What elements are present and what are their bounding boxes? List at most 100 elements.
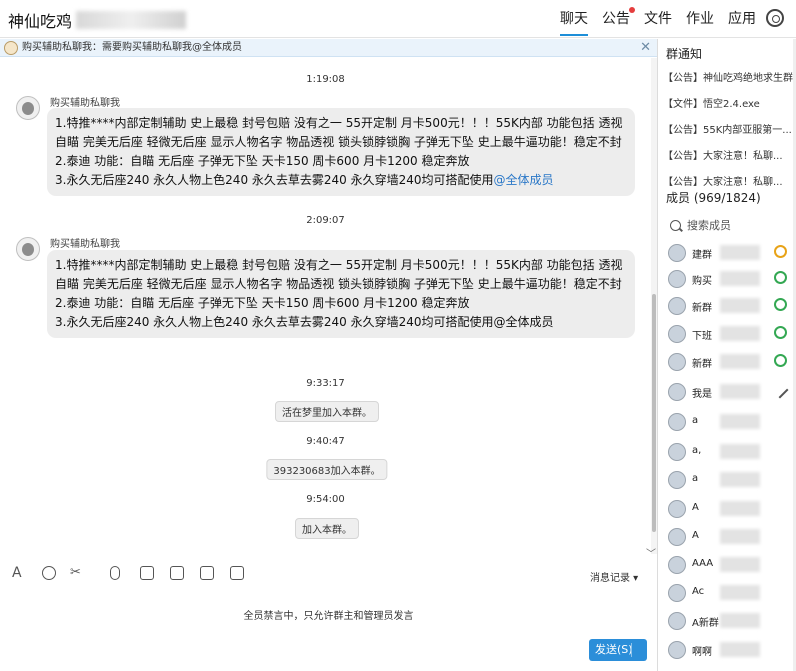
redacted-name — [720, 271, 760, 286]
notice-avatar-icon — [4, 41, 18, 55]
message-line: 2.泰迪 功能：自瞄 无后座 子弹无下坠 天卡150 周卡600 月卡1200 … — [55, 296, 470, 310]
message-history-button[interactable]: 消息记录 ▾ — [590, 569, 638, 584]
member-name: 建群 — [692, 250, 712, 261]
member-row[interactable]: AAA — [668, 554, 794, 576]
member-row[interactable]: 新群 — [668, 295, 794, 317]
redacted-title — [76, 11, 187, 29]
system-message: 加入本群。 — [295, 518, 359, 539]
voice-icon[interactable] — [110, 566, 120, 580]
member-row[interactable]: A — [668, 498, 794, 520]
redacted-name — [720, 245, 760, 260]
image-icon[interactable] — [170, 566, 184, 580]
member-row[interactable]: 新群 — [668, 351, 794, 373]
font-icon[interactable]: A — [12, 566, 26, 580]
member-name: 啊啊 — [692, 647, 712, 658]
chevron-down-icon[interactable]: ﹀ — [646, 545, 656, 560]
member-row[interactable]: Ac — [668, 582, 794, 604]
chat-area: 1:19:08 购买辅助私聊我 1.特推****内部定制辅助 史上最稳 封号包赔… — [0, 58, 651, 554]
avatar[interactable] — [16, 96, 40, 120]
avatar — [668, 244, 686, 262]
system-message: 活在梦里加入本群。 — [275, 401, 379, 422]
message-line: 1.特推****内部定制辅助 史上最稳 封号包赔 没有之一 55开定制 月卡50… — [55, 116, 623, 149]
member-name: 新群 — [692, 303, 712, 314]
notice-item[interactable]: 【公告】大家注意！私聊... — [663, 147, 793, 162]
member-row[interactable]: 啊啊 — [668, 639, 794, 661]
avatar — [668, 584, 686, 602]
avatar — [668, 413, 686, 431]
event-timestamp: 9:40:47 — [306, 436, 345, 447]
owner-badge-icon — [774, 245, 787, 258]
avatar[interactable] — [16, 237, 40, 261]
group-name: 神仙吃鸡 — [8, 12, 73, 31]
pinned-notice-bar[interactable]: 购买辅助私聊我：需要购买辅助私聊我@全体成员 ✕ — [0, 39, 657, 57]
member-name: a — [692, 473, 699, 484]
notice-item[interactable]: 【公告】神仙吃鸡绝地求生群号... — [663, 69, 793, 84]
send-button[interactable]: 发送(S) — [589, 639, 647, 661]
redacted-name — [720, 501, 760, 516]
redacted-name — [720, 529, 760, 544]
message-line: 2.泰迪 功能：自瞄 无后座 子弹无下坠 天卡150 周卡600 月卡1200 … — [55, 154, 470, 168]
member-name: 下班 — [692, 331, 712, 342]
folder-icon[interactable] — [200, 566, 214, 580]
notice-item[interactable]: 【公告】大家注意！私聊... — [663, 173, 793, 188]
member-row[interactable]: a — [668, 469, 794, 491]
member-name: 我是 — [692, 389, 712, 400]
redacted-name — [720, 414, 760, 429]
window-title: 神仙吃鸡 — [8, 8, 187, 32]
message-line: 3.永久无后座240 永久人物上色240 永久去草去雾240 永久穿墙240均可… — [55, 315, 554, 329]
member-row[interactable]: 建群 — [668, 242, 794, 264]
member-row[interactable]: a, — [668, 441, 794, 463]
pinned-notice-text: 购买辅助私聊我：需要购买辅助私聊我@全体成员 — [22, 42, 242, 53]
notices-title: 群通知 — [666, 47, 703, 61]
close-icon[interactable]: ✕ — [640, 39, 651, 56]
avatar — [668, 383, 686, 401]
member-row[interactable]: A — [668, 526, 794, 548]
sender-name[interactable]: 购买辅助私聊我 — [50, 235, 120, 250]
tab-files[interactable]: 文件 — [644, 8, 672, 36]
nav-tabs: 聊天 公告 文件 作业 应用 — [560, 7, 756, 36]
clipboard-icon[interactable] — [230, 566, 244, 580]
scrollbar-thumb[interactable] — [652, 294, 656, 532]
redacted-name — [720, 444, 760, 459]
redacted-name — [720, 326, 760, 341]
admin-badge-icon — [774, 271, 787, 284]
member-row[interactable]: 下班 — [668, 323, 794, 345]
member-name: a — [692, 415, 699, 426]
redacted-name — [720, 384, 760, 399]
tab-homework[interactable]: 作业 — [686, 8, 714, 36]
member-row[interactable]: 购买 — [668, 268, 794, 290]
system-message: 393230683加入本群。 — [266, 459, 388, 480]
title-bar: 神仙吃鸡 聊天 公告 文件 作业 应用 — [0, 0, 796, 38]
notice-item[interactable]: 【公告】55K内部亚服第一... — [663, 121, 793, 136]
member-search[interactable]: 搜索成员 — [670, 217, 731, 233]
member-row[interactable]: 我是 — [668, 381, 794, 403]
edit-icon[interactable] — [771, 381, 789, 399]
avatar — [668, 500, 686, 518]
search-icon — [670, 219, 681, 231]
admin-badge-icon — [774, 326, 787, 339]
tab-chat[interactable]: 聊天 — [560, 8, 588, 36]
avatar — [668, 528, 686, 546]
tab-announcements[interactable]: 公告 — [602, 7, 635, 36]
avatar — [668, 297, 686, 315]
tab-announcements-label: 公告 — [602, 11, 630, 27]
unread-dot — [629, 7, 635, 13]
message-bubble: 1.特推****内部定制辅助 史上最稳 封号包赔 没有之一 55开定制 月卡50… — [47, 250, 635, 338]
sticker-icon[interactable] — [140, 566, 154, 580]
emoji-icon[interactable] — [42, 566, 56, 580]
sender-name[interactable]: 购买辅助私聊我 — [50, 94, 120, 109]
composer-toolbar: A ✂ — [0, 564, 657, 588]
event-timestamp: 9:54:00 — [306, 494, 345, 505]
event-timestamp: 9:33:17 — [306, 378, 345, 389]
tab-apps[interactable]: 应用 — [728, 8, 756, 36]
scissors-icon[interactable]: ✂ — [70, 566, 84, 580]
notice-item[interactable]: 【文件】悟空2.4.exe — [663, 95, 793, 110]
settings-gear-icon[interactable] — [766, 9, 784, 27]
member-search-placeholder: 搜索成员 — [687, 219, 731, 232]
avatar — [668, 556, 686, 574]
mention-link[interactable]: @全体成员 — [494, 173, 554, 187]
member-row[interactable]: A新群 — [668, 610, 794, 632]
member-row[interactable]: a — [668, 411, 794, 433]
admin-badge-icon — [774, 298, 787, 311]
member-name: A新群 — [692, 618, 719, 629]
